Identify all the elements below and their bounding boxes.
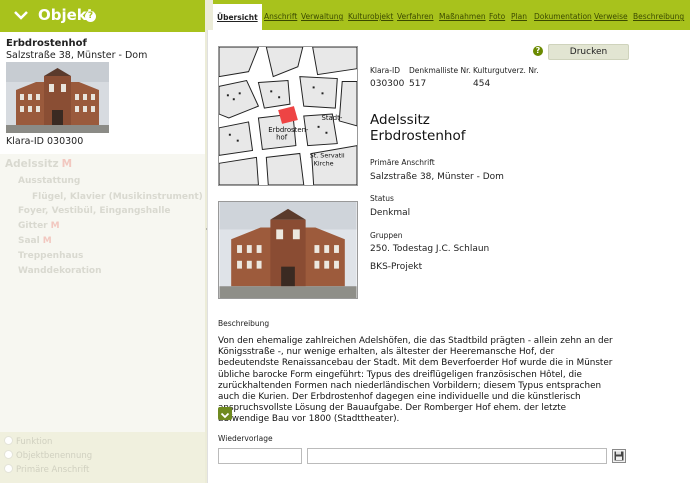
map-label: Erbdrosten- [268,126,309,134]
search-mode-label: Objektbenennung [16,451,93,461]
tree-item-label: Foyer, Vestibül, Eingangshalle [18,206,171,216]
primary-address-label: Primäre Anschrift [370,158,435,167]
object-title: Adelssitz Erbdrostenhof [370,112,466,144]
monument-marker: M [50,221,60,231]
object-panel-header[interactable]: Objekt ? [0,0,205,32]
group-item[interactable]: 250. Todestag J.C. Schlaun [370,244,489,254]
tree-item[interactable]: Ausstattung [18,176,80,186]
monument-marker: M [42,236,52,246]
tab-verfahren[interactable]: Verfahren [397,12,434,21]
object-name: Erbdrostenhof [6,38,87,49]
tree-item[interactable]: Saal M [18,236,52,246]
chevron-down-icon[interactable] [12,6,30,24]
kulturgut-label: Kulturgutverz. Nr. [473,66,539,75]
search-mode-label: Primäre Anschrift [16,465,90,475]
left-panel: Objekt ? Erbdrostenhof Salzstraße 38, Mü… [0,0,205,483]
object-title-line1: Adelssitz [370,112,430,128]
expand-description-button[interactable] [218,407,232,420]
tab-dokumentation[interactable]: Dokumentation [534,12,592,21]
tab-beschreibung[interactable]: Beschreibung [633,12,684,21]
map-label: St. Servatii [310,151,345,159]
tab-bar: Übersicht Anschrift Verwaltung Kulturobjekt… [213,0,690,30]
kulturgut-value: 454 [473,79,491,89]
monument-marker: M [61,158,73,170]
save-icon [614,451,624,461]
tab-anschrift[interactable]: Anschrift [264,12,297,21]
radio-button[interactable] [4,464,13,473]
denkmalliste-label: Denkmalliste Nr. [409,66,471,75]
building-thumbnail[interactable] [6,62,109,133]
tree-item[interactable]: Treppenhaus [18,251,83,261]
tree-item[interactable]: Wanddekoration [18,266,102,276]
chevron-down-icon [220,412,230,419]
denkmalliste-value: 517 [409,79,427,89]
wiedervorlage-date-input[interactable] [218,448,302,464]
tab-plan[interactable]: Plan [511,12,527,21]
save-button[interactable] [612,449,626,463]
tab-übersicht[interactable]: Übersicht [213,4,262,30]
object-title-line2: Erbdrostenhof [370,128,466,144]
wiedervorlage-text-input[interactable] [307,448,607,464]
location-map[interactable]: Erbdrosten- hof St. Servatii Kirche Stad… [218,46,358,186]
print-button[interactable]: Drucken [548,44,629,60]
group-item[interactable]: BKS-Projekt [370,262,422,272]
tab-kulturobjekt[interactable]: Kulturobjekt [348,12,393,21]
tab-verwaltung[interactable]: Verwaltung [301,12,343,21]
tab-foto[interactable]: Foto [489,12,505,21]
search-mode-option[interactable]: Primäre Anschrift [4,464,89,475]
radio-button[interactable] [4,450,13,459]
description-label: Beschreibung [218,319,270,328]
map-label: Kirche [314,159,334,167]
tree-item-label: Gitter [18,221,48,231]
map-label: Stadt- [322,114,343,122]
tree-item-label: Wanddekoration [18,266,102,276]
status-value: Denkmal [370,208,411,218]
help-icon[interactable]: ? [533,46,543,56]
building-photo[interactable] [218,201,358,299]
tab-verweise[interactable]: Verweise [594,12,628,21]
primary-address-value: Salzstraße 38, Münster - Dom [370,172,504,182]
radio-button[interactable] [4,436,13,445]
groups-label: Gruppen [370,231,403,240]
tree-item-label: Ausstattung [18,176,81,186]
status-label: Status [370,194,394,203]
tab-maßnahmen[interactable]: Maßnahmen [439,12,486,21]
search-mode-panel: Funktion Objektbenennung Primäre Anschrift [0,432,205,483]
object-klara-id: Klara-ID 030300 [6,136,84,147]
tree-item-label: Treppenhaus [18,251,84,261]
tree-item-label: Saal [18,236,40,246]
tree-item-label: Flügel, Klavier (Musikinstrument) [32,192,203,202]
object-summary-card: Erbdrostenhof Salzstraße 38, Münster - D… [0,32,205,154]
search-mode-option[interactable]: Funktion [4,436,52,447]
wiedervorlage-label: Wiedervorlage [218,434,273,443]
map-label: hof [276,134,288,142]
object-address: Salzstraße 38, Münster - Dom [6,50,148,61]
tree-item[interactable]: Flügel, Klavier (Musikinstrument) [32,192,203,202]
tree-item-label: Adelssitz [5,158,59,170]
klara-id-label: Klara-ID [370,66,400,75]
search-mode-label: Funktion [16,437,53,447]
tree-item[interactable]: Adelssitz M [5,158,72,170]
tree-item[interactable]: Foyer, Vestibül, Eingangshalle [18,206,171,216]
description-text: Von den ehemalige zahlreichen Adelshöfen… [218,336,613,425]
search-mode-option[interactable]: Objektbenennung [4,450,92,461]
tree-item[interactable]: Gitter M [18,221,60,231]
help-icon[interactable]: ? [85,11,96,22]
klara-id-value: 030300 [370,79,405,89]
